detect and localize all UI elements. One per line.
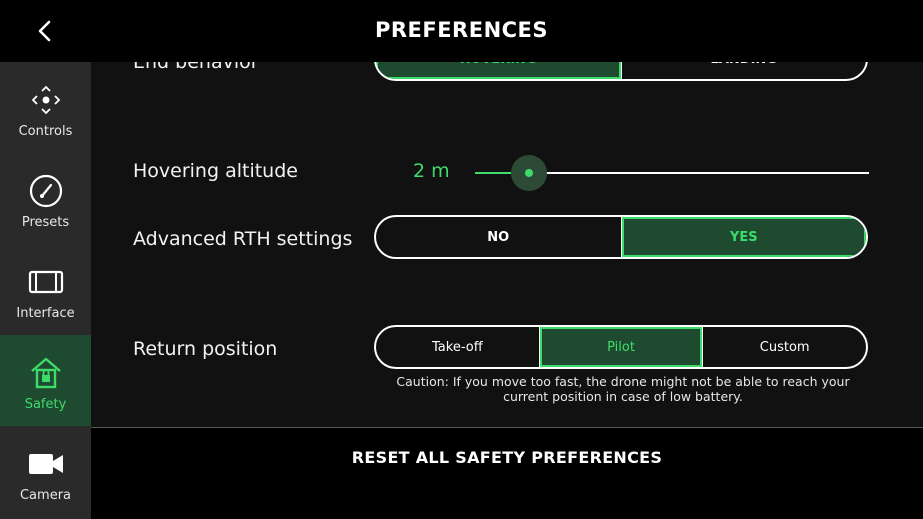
sidebar-item-safety[interactable]: Safety [0,335,91,426]
sidebar-item-label: Camera [19,488,72,503]
top-bar: PREFERENCES [0,0,923,62]
end-behavior-label: End behavior [133,62,259,73]
interface-icon [28,262,64,302]
option-landing[interactable]: LANDING [622,62,867,79]
sidebar-item-camera[interactable]: Camera [0,426,91,517]
page-title: PREFERENCES [374,18,549,42]
caution-text: Caution: If you move too fast, the drone… [396,374,850,404]
reset-safety-button[interactable]: RESET ALL SAFETY PREFERENCES [91,428,923,519]
option-no[interactable]: NO [376,217,622,257]
sidebar-item-label: Interface [16,306,75,321]
video-camera-icon [28,444,64,484]
advanced-rth-label: Advanced RTH settings [133,228,353,250]
option-custom[interactable]: Custom [703,327,866,367]
hovering-altitude-slider[interactable] [475,155,869,191]
option-take-off[interactable]: Take-off [376,327,540,367]
sidebar-item-label: Presets [21,215,70,230]
sidebar: Controls Presets Interface Safety Camera [0,62,91,519]
end-behavior-toggle[interactable]: HOVERING LANDING [374,62,868,81]
sidebar-item-presets[interactable]: Presets [0,153,91,244]
safety-settings-panel[interactable]: End behavior HOVERING LANDING Hovering a… [91,62,923,427]
advanced-rth-toggle[interactable]: NO YES [374,215,868,259]
lock-home-icon [28,353,64,393]
hovering-altitude-label: Hovering altitude [133,160,298,182]
option-yes[interactable]: YES [621,217,866,257]
sidebar-item-controls[interactable]: Controls [0,62,91,153]
sidebar-item-label: Controls [18,124,73,139]
option-pilot[interactable]: Pilot [539,327,704,367]
option-hovering[interactable]: HOVERING [376,62,622,79]
gauge-icon [28,171,64,211]
return-position-toggle[interactable]: Take-off Pilot Custom [374,325,868,369]
return-position-label: Return position [133,338,278,360]
hovering-altitude-value: 2 m [413,160,450,182]
controls-icon [29,80,63,120]
sidebar-item-label: Safety [24,397,67,412]
sidebar-item-interface[interactable]: Interface [0,244,91,335]
